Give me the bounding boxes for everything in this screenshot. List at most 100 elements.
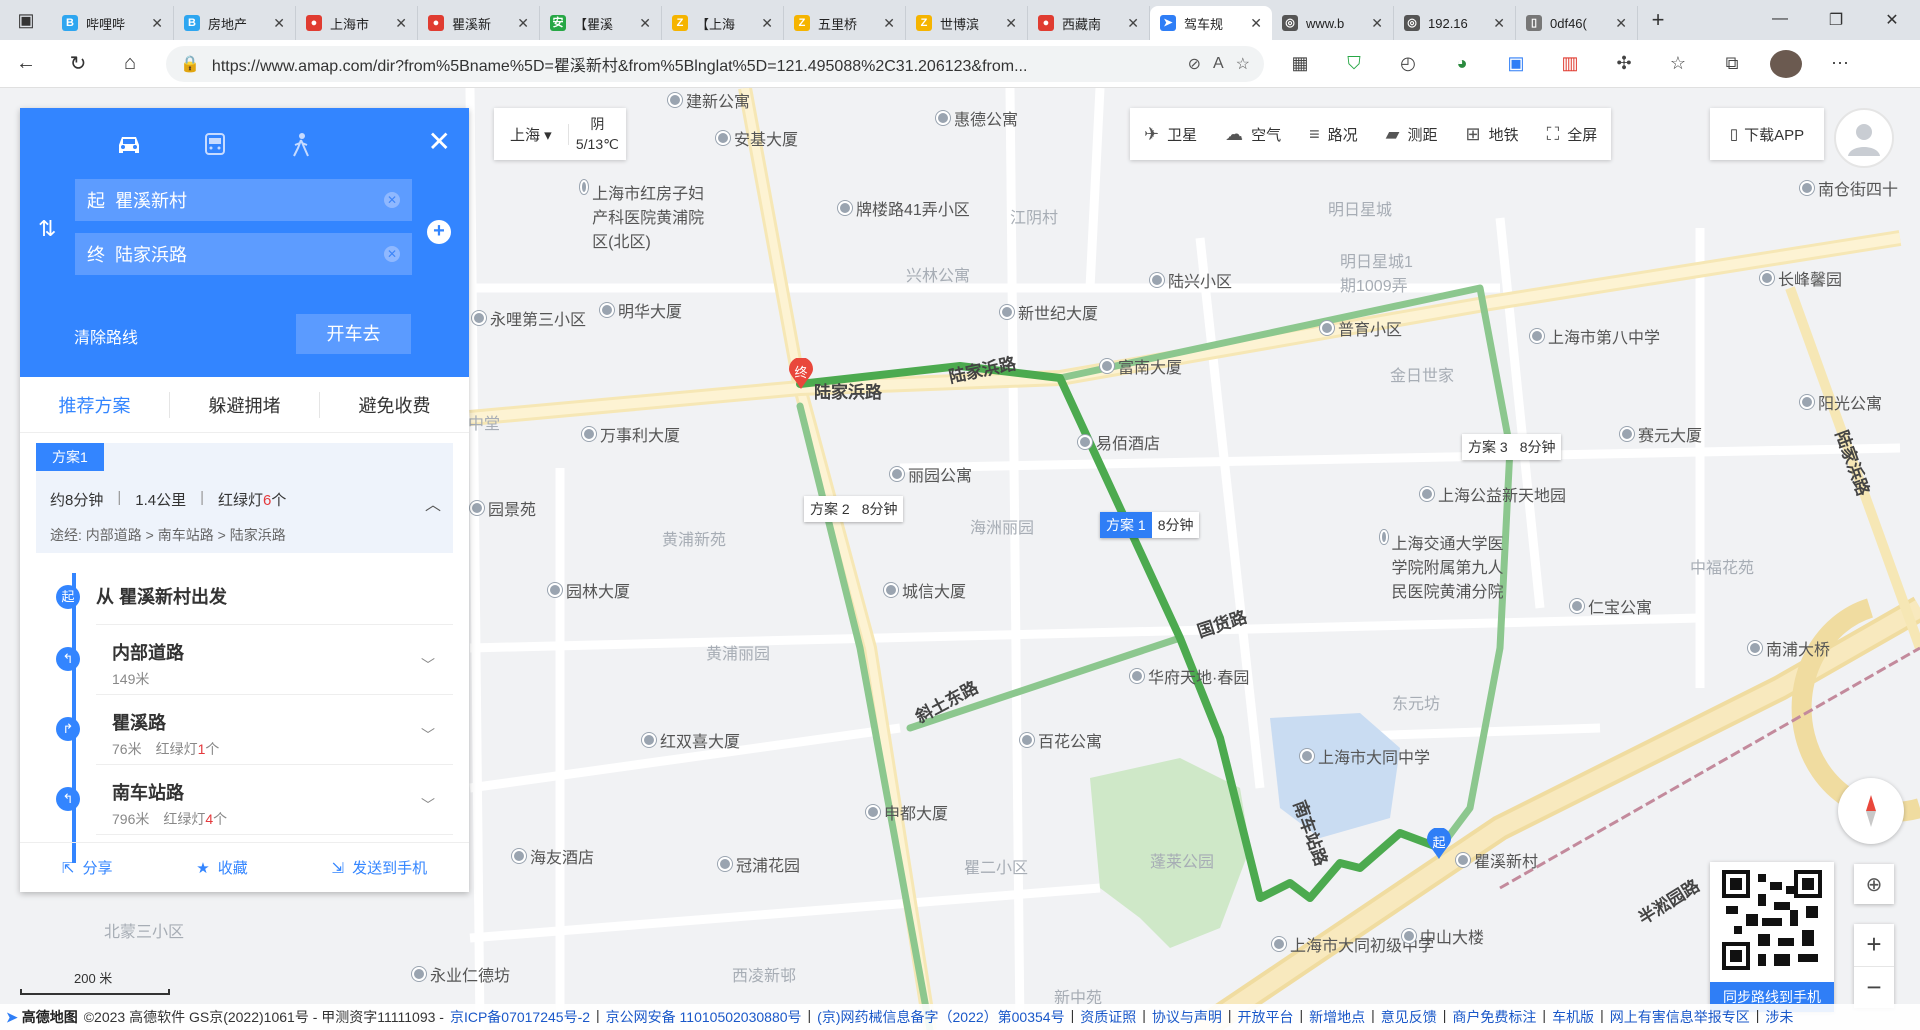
map-tool-air[interactable]: ☁ 空气 [1211,108,1295,160]
map-poi[interactable]: 永业仁德坊 [412,962,510,986]
browser-tab[interactable]: ● 瞿溪新 ✕ [418,6,540,40]
map-poi[interactable]: 上海市第八中学 [1530,324,1660,348]
footer-link[interactable]: 意见反馈 [1381,1007,1437,1027]
collapse-chevron-icon[interactable]: ︿ [425,491,441,515]
map-poi[interactable]: 南仓街四十 [1800,176,1898,200]
tab-actions-icon[interactable]: ▣ [0,0,52,40]
map-poi[interactable]: 易佰酒店 [1078,430,1160,454]
amap-logo[interactable]: ➤ 高德地图 [6,1007,78,1027]
qr-sync-box[interactable]: 同步路线到手机 [1710,862,1834,1012]
user-avatar[interactable] [1834,108,1894,168]
refresh-button[interactable]: ↻ [52,51,104,76]
map-poi[interactable]: 红双喜大厦 [642,728,740,752]
footer-link[interactable]: 资质证照 [1080,1007,1136,1027]
minimize-icon[interactable]: — [1752,10,1808,30]
map-tool-fullscreen[interactable]: ⛶ 全屏 [1533,108,1612,160]
footer-link[interactable]: 京公网安备 11010502030880号 [606,1007,802,1027]
footer-link[interactable]: 涉未 [1765,1007,1793,1027]
speed-icon[interactable]: ◴ [1392,50,1424,78]
close-window-icon[interactable]: ✕ [1864,10,1920,30]
browser-tab[interactable]: 安 【瞿溪 ✕ [540,6,662,40]
footer-link[interactable]: 车机版 [1552,1007,1594,1027]
zoom-out-button[interactable]: − [1854,967,1894,1009]
map-poi[interactable]: 富南大厦 [1100,354,1182,378]
bus-mode-icon[interactable] [198,128,232,162]
close-tab-icon[interactable]: ✕ [1127,15,1139,32]
map-tool-ruler[interactable]: ▰ 测距 [1372,108,1452,160]
map-poi[interactable]: 百花公寓 [1020,728,1102,752]
car-mode-icon[interactable] [112,128,146,162]
map-poi[interactable]: 牌楼路41弄小区 [838,196,970,220]
close-tab-icon[interactable]: ✕ [1493,15,1505,32]
puzzle-icon[interactable]: ✣ [1608,50,1640,78]
clear-destination-icon[interactable]: ✕ [384,246,400,262]
map-tool-subway[interactable]: ⊞ 地铁 [1452,108,1533,160]
back-button[interactable]: ← [0,52,52,75]
manga-extension-icon[interactable]: ▥ [1554,50,1586,78]
share-button[interactable]: ⇱ 分享 [62,857,113,878]
route-step[interactable]: ↱ 瞿溪路 76米 红绿灯1个 ﹀ [56,695,453,765]
map-poi[interactable]: 上海市大同中学 [1300,744,1430,768]
map-tool-traffic[interactable]: ≡ 路况 [1295,108,1372,160]
close-tab-icon[interactable]: ✕ [1005,15,1017,32]
map-poi[interactable]: 华府天地·春园 [1130,664,1249,688]
map-poi[interactable]: 中山大楼 [1402,924,1484,948]
more-icon[interactable]: ⋯ [1824,50,1856,78]
browser-tab[interactable]: ● 西藏南 ✕ [1028,6,1150,40]
map-poi[interactable]: 明华大厦 [600,298,682,322]
swap-icon[interactable]: ⇅ [38,216,56,242]
destination-value[interactable]: 陆家浜路 [115,241,187,267]
favorite-add-icon[interactable]: ☆ [1236,54,1250,74]
new-tab-button[interactable]: + [1638,7,1678,33]
footer-link[interactable]: 网上有害信息举报专区 [1610,1007,1750,1027]
locate-button[interactable]: ⊕ [1854,864,1894,904]
close-tab-icon[interactable]: ✕ [1250,15,1262,32]
map-poi[interactable]: 万事利大厦 [582,422,680,446]
close-panel-icon[interactable]: ✕ [428,128,451,156]
lock-icon[interactable]: 🔒 [180,54,200,74]
close-tab-icon[interactable]: ✕ [151,15,163,32]
zoom-in-button[interactable]: + [1854,924,1894,967]
map-poi[interactable]: 冠浦花园 [718,852,800,876]
map-poi[interactable]: 建新公寓 [668,88,750,112]
restore-icon[interactable]: ❐ [1808,10,1864,30]
map-plan-2-tag[interactable]: 方案 2 8分钟 [804,496,904,522]
map-poi[interactable]: 长峰馨园 [1760,266,1842,290]
browser-tab[interactable]: Z 【上海 ✕ [662,6,784,40]
browser-tab[interactable]: Z 世博滨 ✕ [906,6,1028,40]
footer-link[interactable]: 京ICP备07017245号-2 [450,1007,590,1027]
expand-chevron-icon[interactable]: ﹀ [421,725,435,745]
url-text[interactable]: https://www.amap.com/dir?from%5Bname%5D=… [212,52,1176,76]
route-step[interactable]: ↰ 内部道路 149米 ﹀ [56,625,453,695]
map-poi[interactable]: 园景苑 [470,496,536,520]
send-to-phone-button[interactable]: ⇲ 发送到手机 [332,857,428,878]
home-button[interactable]: ⌂ [104,52,156,75]
start-driving-button[interactable]: 开车去 [296,314,411,354]
map-poi[interactable]: 上海公益新天地园 [1420,482,1566,506]
route-step[interactable]: ↰ 南车站路 796米 红绿灯4个 ﹀ [56,765,453,835]
map-tool-satellite[interactable]: ✈ 卫星 [1130,108,1211,160]
origin-field[interactable]: 起 瞿溪新村 ✕ [75,179,412,221]
city-weather-box[interactable]: 上海 ▾ 阴 5/13℃ [494,108,626,160]
browser-tab[interactable]: Z 五里桥 ✕ [784,6,906,40]
close-tab-icon[interactable]: ✕ [639,15,651,32]
map-poi[interactable]: 赛元大厦 [1620,422,1702,446]
end-marker-icon[interactable]: 终 [788,357,814,390]
map-poi[interactable]: 上海市红房子妇产科医院黄浦院区(北区) [580,180,710,252]
plan-card[interactable]: 方案1 约8分钟 | 1.4公里 | 红绿灯6个 途经: 内部道路 > 南车站路… [36,443,453,553]
collections-icon[interactable]: ⧉ [1716,50,1748,78]
browser-tab[interactable]: ● 上海市 ✕ [296,6,418,40]
map-poi[interactable]: 申都大厦 [866,800,948,824]
map-plan-1-tag[interactable]: 方案 1 8分钟 [1100,512,1200,538]
close-tab-icon[interactable]: ✕ [761,15,773,32]
close-tab-icon[interactable]: ✕ [1371,15,1383,32]
map-poi[interactable]: 永哩第三小区 [472,306,586,330]
blue-extension-icon[interactable]: ▣ [1500,50,1532,78]
destination-field[interactable]: 终 陆家浜路 ✕ [75,233,412,275]
walk-mode-icon[interactable] [284,128,318,162]
globe-extension-icon[interactable]: ◕ [1446,50,1478,78]
close-tab-icon[interactable]: ✕ [1615,15,1627,32]
browser-tab[interactable]: ▯ 0df46( ✕ [1516,6,1638,40]
expand-chevron-icon[interactable]: ﹀ [421,655,435,675]
map-poi[interactable]: 南浦大桥 [1748,636,1830,660]
